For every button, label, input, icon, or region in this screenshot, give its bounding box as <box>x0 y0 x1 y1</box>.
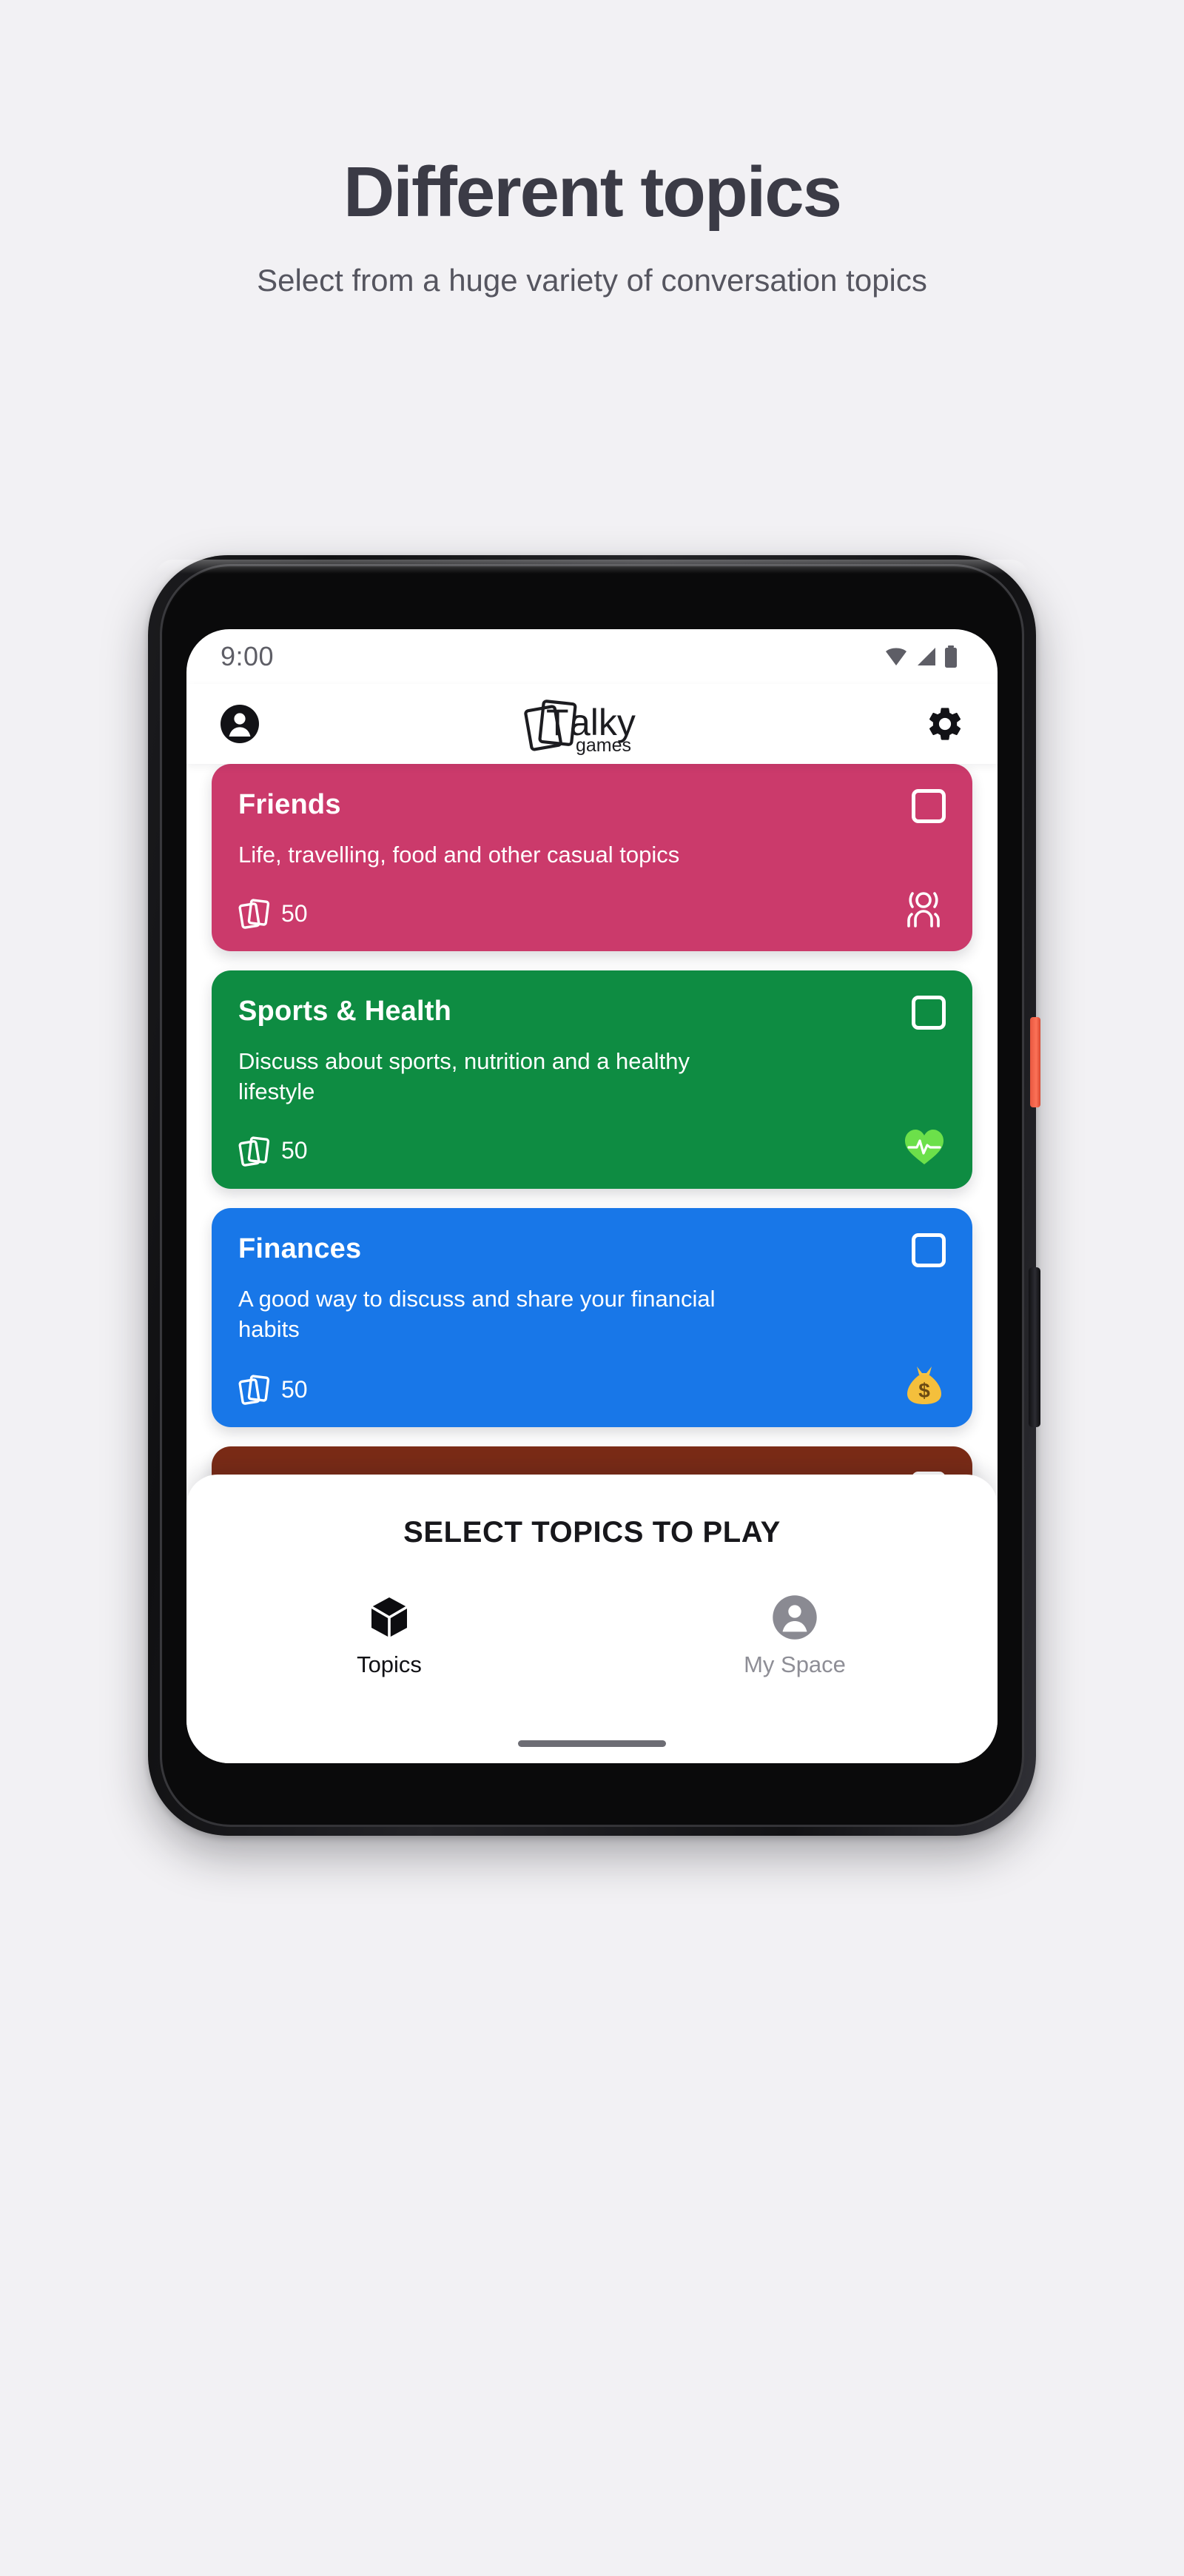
power-button[interactable] <box>1030 1017 1040 1107</box>
topic-card-sports-health[interactable]: Sports & Health Discuss about sports, nu… <box>212 970 972 1189</box>
status-bar-icons <box>884 645 958 668</box>
wifi-icon <box>886 648 906 665</box>
topic-card-footer: 50 <box>238 870 946 930</box>
status-bar-clock: 9:00 <box>221 641 275 671</box>
app-bar: T alky games <box>186 684 998 764</box>
promo-header: Different topics Select from a huge vari… <box>0 0 1184 302</box>
topic-card-header: Finances <box>238 1232 946 1267</box>
bottom-sheet: SELECT TOPICS TO PLAY Topics My Space <box>186 1475 998 1763</box>
topic-description: A good way to discuss and share your fin… <box>238 1285 716 1342</box>
page-subtitle: Select from a huge variety of conversati… <box>257 262 927 298</box>
beating-heart-icon <box>905 1129 944 1164</box>
topic-count-text: 50 <box>281 1137 308 1164</box>
account-circle-icon[interactable] <box>219 703 260 745</box>
app-logo: T alky games <box>522 693 663 755</box>
nav-item-my-space[interactable]: My Space <box>592 1594 998 1678</box>
topic-card-count: 50 <box>238 1134 308 1168</box>
nav-label-topics: Topics <box>357 1651 422 1677</box>
topic-card-finances[interactable]: Finances A good way to discuss and share… <box>212 1207 972 1428</box>
topic-card-header: Friends <box>238 789 946 823</box>
select-topics-cta: SELECT TOPICS TO PLAY <box>403 1516 781 1549</box>
topic-title: Finances <box>238 1232 362 1264</box>
account-circle-icon <box>773 1595 817 1640</box>
promo-page: Different topics Select from a huge vari… <box>0 0 1184 2576</box>
topic-card-count: 50 <box>238 1372 308 1406</box>
page-title: Different topics <box>343 152 842 232</box>
topic-title: Friends <box>238 789 341 820</box>
battery-icon <box>945 645 957 668</box>
topic-title: Sports & Health <box>238 996 452 1027</box>
phone-screen: 9:00 T alky games Friends Life, travelli… <box>186 629 998 1763</box>
cellular-signal-icon <box>918 648 935 665</box>
nav-item-topics[interactable]: Topics <box>186 1594 592 1678</box>
topic-card-footer: 50 $ <box>238 1344 946 1406</box>
topic-select-checkbox[interactable] <box>912 1232 946 1267</box>
card-stack-icon <box>238 1136 270 1167</box>
volume-rocker-button[interactable] <box>1029 1267 1040 1427</box>
home-indicator[interactable] <box>518 1740 666 1747</box>
status-bar: 9:00 <box>186 629 998 684</box>
card-stack-icon <box>238 1375 270 1405</box>
nav-label-my-space: My Space <box>744 1651 846 1677</box>
topic-description: Life, travelling, food and other casual … <box>238 842 680 868</box>
topic-card-count: 50 <box>238 896 308 930</box>
topic-card-header: Sports & Health <box>238 996 946 1030</box>
topic-card-friends[interactable]: Friends Life, travelling, food and other… <box>212 764 972 952</box>
topic-select-checkbox[interactable] <box>912 789 946 823</box>
cube-icon <box>370 1597 408 1639</box>
talky-games-logo-icon: T alky games <box>524 700 636 755</box>
topic-count-text: 50 <box>281 899 308 927</box>
svg-text:T: T <box>546 702 569 743</box>
gear-icon[interactable] <box>925 704 965 744</box>
money-bag-icon: $ <box>907 1366 941 1405</box>
topic-select-checkbox[interactable] <box>912 996 946 1030</box>
topic-card-footer: 50 <box>238 1107 946 1168</box>
svg-text:games: games <box>576 735 631 755</box>
topic-count-text: 50 <box>281 1375 308 1403</box>
bottom-navigation-bar: Topics My Space <box>186 1594 998 1678</box>
topic-description: Discuss about sports, nutrition and a he… <box>238 1048 690 1105</box>
svg-text:$: $ <box>918 1379 930 1402</box>
card-stack-icon <box>238 899 270 930</box>
speaking-head-icon <box>907 892 940 928</box>
